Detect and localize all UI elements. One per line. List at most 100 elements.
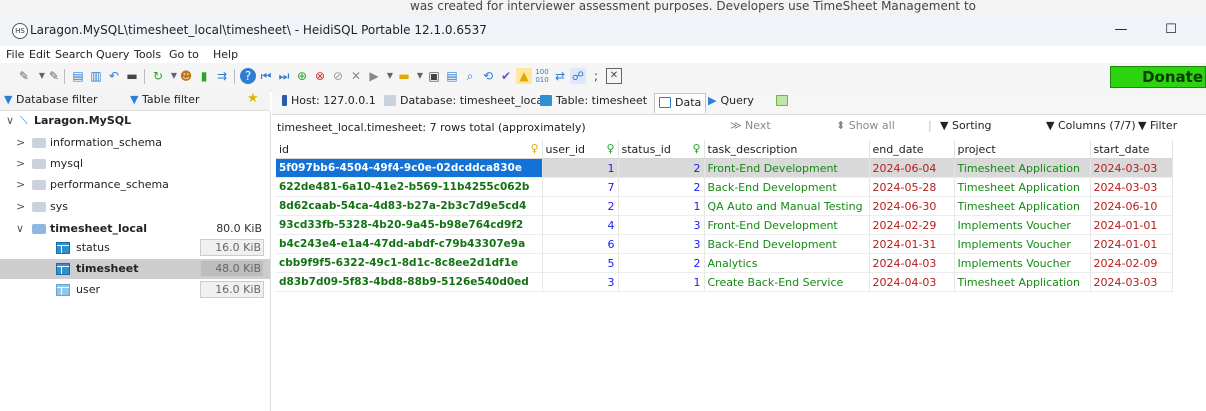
- tab-host[interactable]: Host: 127.0.0.1: [282, 94, 376, 111]
- cell-status-id[interactable]: 3: [618, 234, 705, 254]
- connect-icon[interactable]: ✎: [16, 68, 32, 84]
- favorites-star-icon[interactable]: ★: [247, 91, 259, 106]
- cell-task-description[interactable]: Analytics: [704, 253, 870, 273]
- export-icon[interactable]: ⇉: [214, 68, 230, 84]
- table-row[interactable]: 622de481-6a10-41e2-b569-11b4255c062b 7 2…: [276, 177, 1173, 197]
- maintenance-icon[interactable]: ▮: [196, 68, 212, 84]
- cell-start-date[interactable]: 2024-03-03: [1090, 272, 1173, 292]
- help-icon[interactable]: ?: [240, 68, 256, 84]
- cell-task-description[interactable]: Front-End Development: [704, 158, 870, 178]
- cell-status-id[interactable]: 2: [618, 158, 705, 178]
- cell-id[interactable]: 5f097bb6-4504-49f4-9c0e-02dcddca830e: [276, 158, 543, 178]
- cell-id[interactable]: cbb9f9f5-6322-49c1-8d1c-8c8ee2d1df1e: [276, 253, 543, 273]
- table-row[interactable]: b4c243e4-e1a4-47dd-abdf-c79b43307e9a 6 3…: [276, 234, 1173, 254]
- tree-db-timesheet-local[interactable]: ∨ timesheet_local 80.0 KiB: [0, 219, 270, 239]
- tree-db-performance-schema[interactable]: > performance_schema: [0, 175, 270, 195]
- binary-icon[interactable]: 100 010: [534, 68, 550, 84]
- disconnect-icon[interactable]: ✎: [46, 68, 62, 84]
- chevron-down-icon[interactable]: ∨: [16, 222, 24, 235]
- donate-button[interactable]: Donate: [1110, 66, 1206, 88]
- menu-file[interactable]: File: [6, 48, 24, 61]
- cell-start-date[interactable]: 2024-02-09: [1090, 253, 1173, 273]
- close-tab-icon[interactable]: ✕: [606, 68, 622, 84]
- tab-query[interactable]: ▶ Query: [708, 94, 754, 111]
- next-button[interactable]: ≫ Next: [730, 119, 771, 132]
- tab-database[interactable]: Database: timesheet_local: [384, 94, 546, 111]
- cell-user-id[interactable]: 3: [542, 272, 619, 292]
- undo-icon[interactable]: ↶: [106, 68, 122, 84]
- cell-end-date[interactable]: 2024-04-03: [869, 272, 955, 292]
- tree-db-sys[interactable]: > sys: [0, 197, 270, 217]
- first-record-icon[interactable]: ⏮: [258, 68, 274, 84]
- chevron-down-icon[interactable]: ∨: [6, 114, 14, 127]
- tree-root-connection[interactable]: ∨ ⟍ Laragon.MySQL: [0, 111, 270, 131]
- cell-start-date[interactable]: 2024-03-03: [1090, 158, 1173, 178]
- last-record-icon[interactable]: ⏭: [276, 68, 292, 84]
- post-icon[interactable]: ⊘: [330, 68, 346, 84]
- cell-status-id[interactable]: 1: [618, 196, 705, 216]
- sorting-button[interactable]: ▼ Sorting: [940, 119, 992, 132]
- tab-table[interactable]: Table: timesheet: [540, 94, 647, 111]
- cancel-icon[interactable]: ✕: [348, 68, 364, 84]
- cell-project[interactable]: Timesheet Application: [954, 196, 1091, 216]
- run-icon[interactable]: ▶: [366, 68, 382, 84]
- cell-id[interactable]: b4c243e4-e1a4-47dd-abdf-c79b43307e9a: [276, 234, 543, 254]
- cell-status-id[interactable]: 2: [618, 177, 705, 197]
- table-row[interactable]: 5f097bb6-4504-49f4-9c0e-02dcddca830e 1 2…: [276, 158, 1173, 178]
- minimize-button[interactable]: —: [1106, 19, 1136, 41]
- explain-icon[interactable]: ✔: [498, 68, 514, 84]
- cell-user-id[interactable]: 6: [542, 234, 619, 254]
- cell-project[interactable]: Timesheet Application: [954, 177, 1091, 197]
- chevron-right-icon[interactable]: >: [16, 157, 25, 170]
- paste-icon[interactable]: ▥: [88, 68, 104, 84]
- cell-end-date[interactable]: 2024-02-29: [869, 215, 955, 235]
- table-row[interactable]: 93cd33fb-5328-4b20-9a45-b98e764cd9f2 4 3…: [276, 215, 1173, 235]
- cell-end-date[interactable]: 2024-04-03: [869, 253, 955, 273]
- cell-start-date[interactable]: 2024-01-01: [1090, 234, 1173, 254]
- columns-button[interactable]: ▼ Columns (7/7): [1046, 119, 1136, 132]
- semicolon-icon[interactable]: ;: [588, 68, 604, 84]
- tree-db-mysql[interactable]: > mysql: [0, 154, 270, 174]
- tree-db-information-schema[interactable]: > information_schema: [0, 133, 270, 153]
- warning-icon[interactable]: ▲: [516, 68, 532, 84]
- column-header-project[interactable]: project: [954, 140, 1091, 159]
- cell-user-id[interactable]: 2: [542, 196, 619, 216]
- chevron-right-icon[interactable]: >: [16, 178, 25, 191]
- cell-user-id[interactable]: 7: [542, 177, 619, 197]
- cell-start-date[interactable]: 2024-06-10: [1090, 196, 1173, 216]
- cell-end-date[interactable]: 2024-06-04: [869, 158, 955, 178]
- cell-task-description[interactable]: Back-End Development: [704, 177, 870, 197]
- save-icon[interactable]: ▣: [426, 68, 442, 84]
- copy-icon[interactable]: ▤: [70, 68, 86, 84]
- table-row[interactable]: 8d62caab-54ca-4d83-b27a-2b3c7d9e5cd4 2 1…: [276, 196, 1173, 216]
- column-header-user-id[interactable]: user_id ♀: [542, 140, 619, 159]
- cell-id[interactable]: 93cd33fb-5328-4b20-9a45-b98e764cd9f2: [276, 215, 543, 235]
- cell-end-date[interactable]: 2024-06-30: [869, 196, 955, 216]
- tree-table-status[interactable]: status 16.0 KiB: [0, 238, 270, 258]
- menu-goto[interactable]: Go to: [169, 48, 199, 61]
- cell-id[interactable]: 622de481-6a10-41e2-b569-11b4255c062b: [276, 177, 543, 197]
- insert-record-icon[interactable]: ⊕: [294, 68, 310, 84]
- menu-query[interactable]: Query: [96, 48, 129, 61]
- refresh-icon[interactable]: ↻: [150, 68, 166, 84]
- table-row[interactable]: d83b7d09-5f83-4bd8-88b9-5126e540d0ed 3 1…: [276, 272, 1173, 292]
- cell-task-description[interactable]: Create Back-End Service: [704, 272, 870, 292]
- cell-project[interactable]: Implements Voucher: [954, 215, 1091, 235]
- cell-project[interactable]: Timesheet Application: [954, 272, 1091, 292]
- menu-edit[interactable]: Edit: [29, 48, 50, 61]
- column-header-task-description[interactable]: task_description: [704, 140, 870, 159]
- open-file-icon[interactable]: ▬: [396, 68, 412, 84]
- cell-project[interactable]: Timesheet Application: [954, 158, 1091, 178]
- column-header-status-id[interactable]: status_id ♀: [618, 140, 705, 159]
- save-as-icon[interactable]: ▤: [444, 68, 460, 84]
- column-header-start-date[interactable]: start_date: [1090, 140, 1173, 159]
- maximize-button[interactable]: ☐: [1156, 19, 1186, 41]
- cell-user-id[interactable]: 1: [542, 158, 619, 178]
- table-row[interactable]: cbb9f9f5-6322-49c1-8d1c-8c8ee2d1df1e 5 2…: [276, 253, 1173, 273]
- print-icon[interactable]: ▬: [124, 68, 140, 84]
- cell-user-id[interactable]: 5: [542, 253, 619, 273]
- database-filter-input[interactable]: ▼ Database filter: [4, 93, 98, 106]
- menu-search[interactable]: Search: [55, 48, 93, 61]
- tab-data[interactable]: Data: [654, 93, 707, 113]
- filter-button[interactable]: ▼ Filter: [1138, 119, 1177, 132]
